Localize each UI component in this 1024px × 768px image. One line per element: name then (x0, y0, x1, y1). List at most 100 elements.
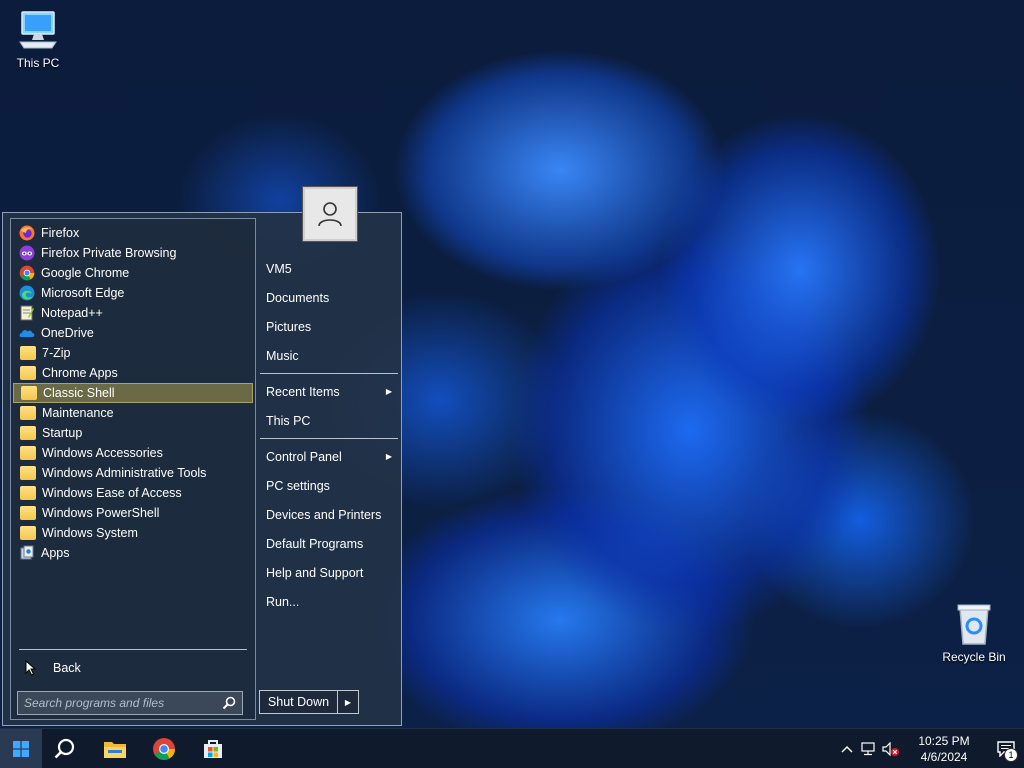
back-label: Back (53, 661, 81, 675)
places-item-label: This PC (266, 413, 311, 428)
program-item[interactable]: Windows Ease of Access (13, 483, 253, 503)
user-icon (318, 202, 342, 227)
places-item[interactable]: Documents (260, 283, 398, 312)
places-item-label: VM5 (266, 261, 292, 276)
back-separator (19, 649, 247, 650)
folder-icon (20, 506, 36, 520)
programs-pane: Firefox Firefox Private Browsing Google Ch… (10, 218, 256, 720)
program-item[interactable]: 7-Zip (13, 343, 253, 363)
places-item-label: Control Panel (266, 449, 342, 464)
program-item[interactable]: Google Chrome (13, 263, 253, 283)
search-icon[interactable] (222, 696, 236, 710)
places-item-label: Music (266, 348, 299, 363)
places-item-label: Devices and Printers (266, 507, 382, 522)
search-box[interactable] (17, 691, 243, 715)
firefox-icon (19, 225, 35, 241)
taskbar-search-button[interactable] (42, 729, 88, 768)
shutdown-options-button[interactable]: ▶ (338, 691, 358, 713)
this-pc-desktop-icon[interactable]: This PC (2, 8, 74, 70)
volume-status[interactable] (880, 729, 902, 768)
places-item[interactable]: Devices and Printers (260, 500, 398, 529)
program-item[interactable]: Microsoft Edge (13, 283, 253, 303)
clock-date: 4/6/2024 (920, 750, 968, 764)
places-item-label: Default Programs (266, 536, 364, 551)
taskbar-chrome[interactable] (141, 729, 187, 768)
places-item[interactable]: VM5 (260, 254, 398, 283)
places-separator (260, 373, 398, 374)
back-button[interactable]: Back (19, 657, 247, 679)
shutdown-button[interactable]: Shut Down (260, 691, 338, 713)
chevron-right-icon: ▶ (385, 387, 392, 396)
program-label: Startup (42, 426, 83, 440)
chevron-right-icon: ▶ (344, 697, 352, 707)
taskbar: 10:25 PM 4/6/2024 1 (0, 728, 1024, 768)
start-button[interactable] (0, 729, 42, 768)
program-label: Windows Ease of Access (42, 486, 182, 500)
file-explorer-icon (104, 742, 126, 758)
network-icon (861, 742, 875, 756)
program-item[interactable]: Startup (13, 423, 253, 443)
taskbar-store[interactable] (190, 729, 236, 768)
folder-icon (20, 526, 36, 540)
program-item[interactable]: Apps (13, 543, 253, 563)
recycle-bin-icon (957, 604, 991, 645)
folder-icon (21, 386, 37, 400)
clock[interactable]: 10:25 PM 4/6/2024 (908, 733, 980, 765)
taskbar-file-explorer[interactable] (92, 729, 138, 768)
notification-badge: 1 (1004, 748, 1018, 762)
places-item[interactable]: Help and Support (260, 558, 398, 587)
notification-center-button[interactable]: 1 (988, 729, 1024, 768)
places-item-label: PC settings (266, 478, 330, 493)
edge-icon (19, 285, 35, 301)
volume-muted-icon (882, 742, 899, 756)
program-item[interactable]: Notepad++ (13, 303, 253, 323)
program-item[interactable]: Firefox Private Browsing (13, 243, 253, 263)
places-item[interactable]: This PC (260, 406, 398, 435)
search-input[interactable] (24, 696, 214, 710)
program-item[interactable]: Windows PowerShell (13, 503, 253, 523)
start-menu: Firefox Firefox Private Browsing Google Ch… (2, 186, 402, 726)
onedrive-icon (19, 325, 35, 341)
program-item[interactable]: OneDrive (13, 323, 253, 343)
show-hidden-icons-button[interactable] (836, 729, 858, 768)
chevron-right-icon: ▶ (385, 452, 392, 461)
places-item[interactable]: PC settings (260, 471, 398, 500)
computer-icon (19, 11, 57, 49)
program-label: Windows PowerShell (42, 506, 160, 520)
places-list: VM5 Documents Pictures Music Recent Items ▶ Th… (260, 254, 398, 616)
folder-icon (20, 486, 36, 500)
folder-icon (20, 466, 36, 480)
places-item-label: Recent Items (266, 384, 340, 399)
program-label: Notepad++ (41, 306, 103, 320)
program-item[interactable]: Chrome Apps (13, 363, 253, 383)
places-item[interactable]: Music (260, 341, 398, 370)
places-item[interactable]: Default Programs (260, 529, 398, 558)
program-item[interactable]: Maintenance (13, 403, 253, 423)
places-item[interactable]: Run... (260, 587, 398, 616)
program-label: Windows Administrative Tools (42, 466, 207, 480)
places-item-label: Run... (266, 594, 300, 609)
program-label: Windows Accessories (42, 446, 163, 460)
program-label: Firefox Private Browsing (41, 246, 177, 260)
places-item[interactable]: Pictures (260, 312, 398, 341)
program-list: Firefox Firefox Private Browsing Google Ch… (13, 223, 253, 563)
clock-time: 10:25 PM (918, 734, 970, 748)
places-item[interactable]: Control Panel ▶ (260, 442, 398, 471)
folder-icon (20, 406, 36, 420)
places-item[interactable]: Recent Items ▶ (260, 377, 398, 406)
program-item[interactable]: Windows System (13, 523, 253, 543)
network-status[interactable] (858, 729, 880, 768)
program-label: 7-Zip (42, 346, 71, 360)
program-label: OneDrive (41, 326, 94, 340)
program-item[interactable]: Classic Shell (13, 383, 253, 403)
program-label: Chrome Apps (42, 366, 118, 380)
apps-icon (19, 545, 35, 561)
folder-icon (20, 346, 36, 360)
program-item[interactable]: Firefox (13, 223, 253, 243)
program-item[interactable]: Windows Accessories (13, 443, 253, 463)
cursor-icon (25, 660, 37, 676)
folder-icon (20, 426, 36, 440)
recycle-bin-desktop-icon[interactable]: Recycle Bin (938, 602, 1010, 664)
program-item[interactable]: Windows Administrative Tools (13, 463, 253, 483)
user-picture[interactable] (302, 186, 358, 242)
